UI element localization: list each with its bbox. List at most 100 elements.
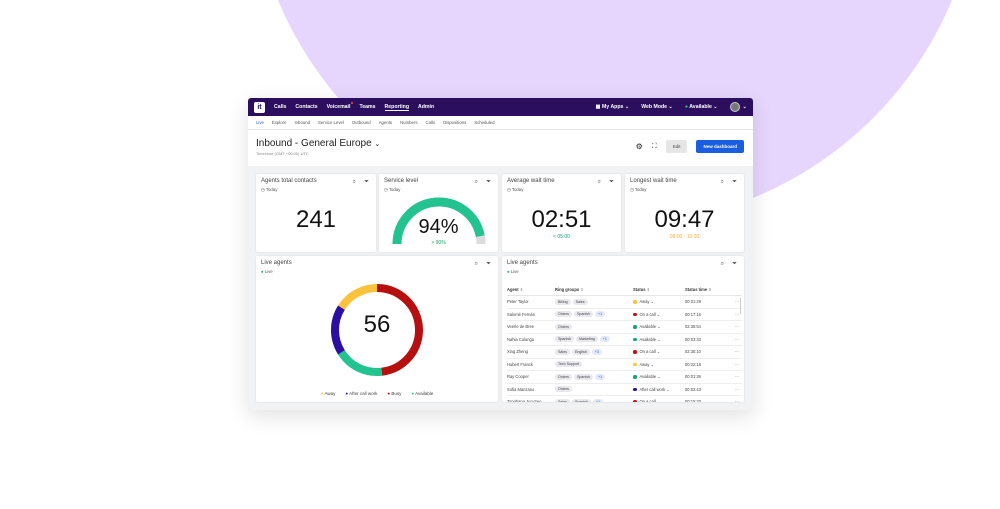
more-icon[interactable]: ··· [730, 333, 742, 346]
table-row[interactable]: Salomé Fernán Orders Spanish +1 On a call ⌄ 0… [507, 308, 742, 321]
gear-icon[interactable]: ⚙ [636, 142, 643, 151]
donut-segment-away [338, 284, 378, 310]
status-time: 00:01:36 [685, 370, 731, 384]
more-icon[interactable]: ··· [730, 320, 742, 334]
more-groups-tag[interactable]: +1 [594, 373, 606, 380]
search-icon[interactable]: ⌕ [598, 179, 601, 186]
nav-calls[interactable]: Calls [274, 104, 286, 110]
status-dropdown[interactable]: Away ⌄ [633, 358, 685, 371]
status-dot-icon [633, 325, 637, 329]
nav-voicemail[interactable]: Voicemail [327, 102, 354, 110]
more-icon[interactable]: ··· [730, 370, 742, 384]
status-dropdown[interactable]: On a call ⌄ [633, 395, 685, 402]
table-row[interactable]: Sofia Manzano Orders After call work ⌄ 00:0… [507, 383, 742, 396]
ring-group-tag: Spanish [573, 311, 593, 318]
user-menu[interactable]: ⌄ [729, 102, 747, 112]
sort-icon[interactable]: ⇕ [580, 287, 583, 292]
status-time: 00:03:33 [685, 333, 731, 346]
ring-group-tag: Orders [555, 311, 572, 318]
filter-icon[interactable]: ⏷ [364, 179, 369, 186]
column-header[interactable]: Status ⇕ [633, 284, 685, 296]
sort-icon[interactable]: ⇕ [708, 287, 711, 292]
subnav-live[interactable]: Live [256, 120, 264, 125]
table-row[interactable]: Veerle de Bree Orders Available ⌄ 02:35:54 ·… [507, 320, 742, 334]
ring-group-tag: Sales [572, 298, 588, 305]
subnav-outbound[interactable]: Outbound [352, 120, 371, 125]
more-groups-tag[interactable]: +3 [591, 348, 602, 355]
metric-target: > 90% [431, 240, 446, 246]
nav-reporting[interactable]: Reporting [384, 104, 410, 111]
search-icon[interactable]: ⌕ [475, 261, 478, 268]
more-icon[interactable]: ··· [730, 383, 742, 396]
status-dropdown[interactable]: On a call ⌄ [633, 308, 685, 321]
search-icon[interactable]: ⌕ [721, 179, 724, 186]
filter-icon[interactable]: ⏷ [609, 179, 614, 186]
legend-label: Away [324, 391, 336, 396]
period-label: Today [511, 187, 524, 192]
fullscreen-icon[interactable]: ⛶ [652, 143, 657, 151]
metric-value: 09:47 [654, 206, 715, 233]
more-icon[interactable]: ··· [730, 395, 742, 402]
filter-icon[interactable]: ⏷ [732, 261, 737, 268]
status-dropdown[interactable]: Available ⌄ [633, 370, 685, 384]
web-mode-menu[interactable]: Web Mode ⌄ [641, 104, 673, 110]
subnav-service-level[interactable]: Service Level [318, 120, 344, 125]
metric-target: < 05:00 [553, 234, 570, 240]
filter-icon[interactable]: ⏷ [486, 179, 491, 186]
table-row[interactable]: Ray Cooper Orders Spanish +1 Available ⌄ 00:0… [507, 370, 742, 384]
more-groups-tag[interactable]: +1 [594, 311, 606, 318]
legend-label: After call work [349, 391, 378, 396]
subnav-dispositions[interactable]: Dispositions [443, 120, 466, 125]
search-icon[interactable]: ⌕ [353, 179, 356, 186]
card-longest-wait: Longest wait time ◷ Today ⌕ ⏷ 09:47 08:00… [625, 174, 744, 252]
nav-contacts[interactable]: Contacts [295, 104, 317, 110]
sort-icon[interactable]: ⇕ [647, 287, 650, 292]
availability-menu[interactable]: ● Available ⌄ [685, 104, 718, 110]
column-header[interactable]: Status time ⇕ [685, 284, 731, 296]
metric-value: 94% [418, 216, 459, 238]
subnav-calls[interactable]: Calls [426, 120, 436, 125]
status-time: 00:22:18 [685, 358, 731, 371]
table-row[interactable]: Hubert Franck Tech Support Away ⌄ 00:22:18 ·… [507, 358, 742, 371]
nav-teams[interactable]: Teams [359, 104, 375, 110]
table-row[interactable]: Nahia Colunga Spanish Marketing +1 Available… [507, 333, 742, 346]
ring-group-tag: Billing [555, 298, 571, 305]
table-row[interactable]: Peter Taylor Billing Sales Away ⌄ 00:01:29 ··… [507, 295, 742, 309]
search-icon[interactable]: ⌕ [475, 179, 478, 186]
status-dropdown[interactable]: Available ⌄ [633, 333, 685, 346]
column-header[interactable]: Agent ⇕ [507, 284, 555, 296]
status-dropdown[interactable]: After call work ⌄ [633, 383, 685, 396]
sort-icon[interactable]: ⇕ [520, 287, 523, 292]
status-dropdown[interactable]: Available ⌄ [633, 320, 685, 334]
subnav-numbers[interactable]: Numbers [400, 120, 417, 125]
ring-group-tag: Spanish [555, 336, 574, 343]
nav-admin[interactable]: Admin [418, 104, 434, 110]
more-groups-tag[interactable]: +1 [599, 336, 610, 343]
period: ◷ Today [261, 187, 277, 193]
edit-button[interactable]: Edit [665, 140, 688, 153]
more-icon[interactable]: ··· [730, 358, 742, 371]
new-dashboard-button[interactable]: New dashboard [696, 140, 744, 153]
subnav-inbound[interactable]: Inbound [294, 120, 310, 125]
metric-value: 02:51 [531, 206, 592, 233]
more-groups-tag[interactable]: +1 [593, 398, 604, 402]
card-title: Agents total contacts [261, 178, 317, 184]
card-service-level: Service level ◷ Today ⌕ ⏷ 94% > 90% [379, 174, 498, 252]
my-apps-menu[interactable]: ▦ My Apps ⌄ [596, 104, 630, 110]
my-apps-label: My Apps [601, 104, 624, 110]
more-icon[interactable]: ··· [730, 345, 742, 359]
card-title: Average wait time [507, 178, 555, 184]
status-dropdown[interactable]: Away ⌄ [633, 295, 685, 309]
status-dropdown[interactable]: On a call ⌄ [633, 345, 685, 359]
table-row[interactable]: Xing Zheng Sales English +3 On a call ⌄ 02:30… [507, 345, 742, 359]
scrollbar[interactable] [739, 298, 741, 314]
search-icon[interactable]: ⌕ [721, 261, 724, 268]
subnav-explore[interactable]: Explore [272, 120, 287, 125]
filter-icon[interactable]: ⏷ [486, 261, 491, 268]
chevron-down-icon[interactable]: ⌄ [374, 141, 380, 148]
table-row[interactable]: Tongbang Jun-Seo Sales Spanish +1 On a call … [507, 395, 742, 402]
column-header[interactable]: Ring groups ⇕ [555, 284, 633, 296]
subnav-agents[interactable]: Agents [379, 120, 392, 125]
filter-icon[interactable]: ⏷ [732, 179, 737, 186]
subnav-scheduled[interactable]: Scheduled [474, 120, 494, 125]
